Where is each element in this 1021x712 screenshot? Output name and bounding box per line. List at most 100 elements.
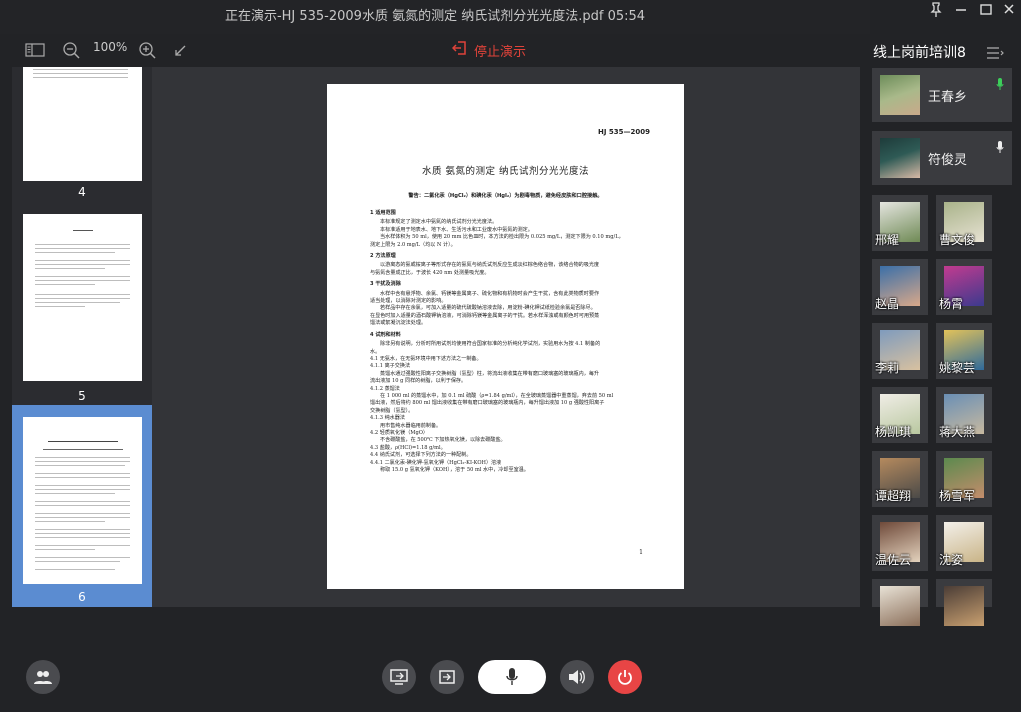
body-line: 不含碳酸盐，在 500℃ 下加热氧化镁，以除去碳酸盐。 [380, 437, 506, 444]
zoom-out-icon[interactable] [61, 40, 81, 60]
body-line: 4.1.2 蒸馏法 [370, 385, 400, 392]
page-number: 1 [639, 549, 643, 556]
participant-name: 杨雪军 [939, 489, 976, 503]
microphone-button[interactable] [478, 660, 546, 694]
zoom-in-icon[interactable] [137, 40, 157, 60]
speaker-button[interactable] [560, 660, 594, 694]
close-icon[interactable] [998, 2, 1020, 20]
document-title: 水质 氨氮的测定 纳氏试剂分光光度法 [421, 166, 590, 177]
thumbnail-page-6[interactable]: 6 [12, 405, 152, 607]
body-line: 以游离态的氨或铵离子等形式存在的氨氮与纳氏试剂反应生成淡红棕色络合物，该络合物的… [380, 262, 600, 269]
participant-name: 杨凯琪 [875, 425, 912, 439]
list-view-icon[interactable] [987, 44, 1005, 59]
participant-tile[interactable] [872, 579, 928, 626]
thumbnail-image [23, 214, 142, 381]
participant-name: 谭超翔 [875, 489, 912, 503]
participant-tile[interactable]: 杨雪军 [936, 451, 992, 507]
participant-name: 沈姿 [939, 553, 964, 567]
body-line: 4.4 纳氏试剂，可选择下列方法的一种配制。 [370, 452, 472, 459]
thumbnail-image [23, 67, 142, 181]
switch-share-button[interactable] [430, 660, 464, 694]
participant-name: 李莉 [875, 361, 900, 375]
document-body: 1 适用范围 本标准规定了测定水中氨氮的纳氏试剂分光光度法。 本标准适用于地表水、地… [370, 206, 655, 474]
participants-button[interactable] [26, 660, 60, 694]
zoom-level: 100% [93, 40, 128, 54]
participant-tile[interactable] [936, 579, 992, 626]
participant-tile[interactable]: 赵晶 [872, 259, 928, 315]
end-meeting-button[interactable] [608, 660, 642, 694]
body-line: 水样中含有悬浮物、余氯、钙镁等金属离子、硫化物和有机物时会产生干扰，含有此类物质… [380, 290, 600, 297]
body-line: 馏出液，然后将约 800 ml 馏出液收集在带有磨口玻璃塞的玻璃瓶内，每升馏出液… [370, 400, 605, 407]
mic-active-icon [996, 76, 1004, 90]
body-line: 称取 15.0 g 氢氧化钾（KOH），溶于 50 ml 水中，冷却至室温。 [380, 467, 529, 473]
thumbnail-image [23, 417, 142, 584]
body-line: 本标准规定了测定水中氨氮的纳氏试剂分光光度法。 [380, 219, 498, 226]
body-line: 蒸馏水通过强酸性阳离子交换树脂（氢型）柱，将流出液收集在带有磨口玻璃塞的玻璃瓶内… [380, 370, 600, 377]
thumbnail-page-5[interactable]: 5 [12, 202, 152, 403]
body-line: 4.1.3 纯水器法 [370, 415, 405, 422]
switch-share-icon [439, 670, 455, 684]
thumbnail-panel[interactable]: 4 5 6 [12, 67, 152, 607]
sidebar-toggle-icon[interactable] [25, 40, 45, 60]
body-line: 若样品中存在余氯，可加入适量的硫代硫酸钠溶液去除，用淀粉-碘化钾试纸检验余氯是否… [380, 305, 596, 312]
body-line: 4.4.1 二氯化汞-碘化钾-氢氧化钾（HgCl₂-KI-KOH）溶液 [370, 459, 502, 466]
body-line: 4.1.1 离子交换法 [370, 363, 411, 370]
participant-tile[interactable]: 杨霄 [936, 259, 992, 315]
body-line: 水。 [370, 348, 381, 355]
mic-icon [996, 139, 1004, 153]
share-screen-icon [390, 669, 408, 685]
microphone-icon [506, 668, 518, 685]
presenter-name: 符俊灵 [928, 153, 968, 168]
title-bar: 正在演示-HJ 535-2009水质 氨氮的测定 纳氏试剂分光光度法.pdf 0… [0, 0, 870, 34]
participant-name: 温佐云 [875, 553, 912, 567]
participant-tile[interactable]: 曹文俊 [936, 195, 992, 251]
section-heading: 1 适用范围 [370, 210, 396, 216]
presenter-name: 王春乡 [928, 90, 968, 105]
pin-icon[interactable] [925, 2, 947, 20]
avatar [880, 138, 920, 178]
power-icon [618, 670, 632, 685]
participant-name: 姚黎芸 [939, 361, 976, 375]
participant-tile[interactable]: 杨凯琪 [872, 387, 928, 443]
participant-name: 邢耀 [875, 233, 900, 247]
document-header: HJ 535—2009 [598, 128, 650, 136]
body-line: 当水样体积为 50 ml，使用 20 mm 比色皿时，本方法的检出限为 0.02… [380, 234, 624, 241]
thumbnail-number: 5 [78, 389, 86, 403]
section-heading: 4 试剂和材料 [370, 331, 401, 338]
section-heading: 3 干扰及消除 [370, 281, 401, 288]
section-heading: 2 方法原理 [370, 253, 396, 260]
participant-tile[interactable]: 沈姿 [936, 515, 992, 571]
participant-tile[interactable]: 谭超翔 [872, 451, 928, 507]
participant-name: 赵晶 [875, 297, 900, 311]
participant-tile[interactable]: 温佐云 [872, 515, 928, 571]
participant-tile[interactable]: 姚黎芸 [936, 323, 992, 379]
pdf-page: HJ 535—2009 水质 氨氮的测定 纳氏试剂分光光度法 警告：二氯化汞（H… [327, 84, 684, 589]
participant-name: 蒋大燕 [939, 425, 976, 439]
fit-page-icon[interactable] [171, 40, 191, 60]
presenter-card[interactable]: 王春乡 [872, 68, 1012, 122]
thumbnail-number: 4 [78, 185, 86, 199]
stop-presentation-label: 停止演示 [474, 44, 527, 60]
avatar [880, 586, 920, 626]
body-line: 与氨氮含量成正比，于波长 420 nm 处测量吸光度。 [370, 269, 490, 276]
stop-presentation-button[interactable]: 停止演示 [451, 40, 527, 60]
maximize-icon[interactable] [975, 2, 997, 20]
document-warning: 警告：二氯化汞（HgCl₂）和碘化汞（HgI₂）为剧毒物质，避免经皮肤和口腔接触… [408, 193, 603, 199]
exit-icon [451, 40, 468, 60]
minimize-icon[interactable] [950, 2, 972, 20]
participants-icon [34, 671, 52, 684]
body-line: 流出液加 10 g 同样的树脂，以利于保存。 [370, 378, 467, 385]
presenter-card[interactable]: 符俊灵 [872, 131, 1012, 185]
thumbnail-number: 6 [78, 590, 86, 604]
body-line: 交换树脂（氢型）。 [370, 407, 414, 414]
body-line: 用市售纯水器临用前制备。 [380, 422, 442, 429]
meeting-title: 线上岗前培训8 [873, 45, 966, 61]
document-viewer[interactable]: HJ 535—2009 水质 氨氮的测定 纳氏试剂分光光度法 警告：二氯化汞（H… [152, 67, 860, 607]
participant-tile[interactable]: 邢耀 [872, 195, 928, 251]
thumbnail-page-4[interactable]: 4 [12, 67, 152, 202]
participant-tile[interactable]: 蒋大燕 [936, 387, 992, 443]
window-title: 正在演示-HJ 535-2009水质 氨氮的测定 纳氏试剂分光光度法.pdf 0… [224, 9, 646, 24]
share-screen-button[interactable] [382, 660, 416, 694]
participant-tile[interactable]: 李莉 [872, 323, 928, 379]
avatar [944, 586, 984, 626]
